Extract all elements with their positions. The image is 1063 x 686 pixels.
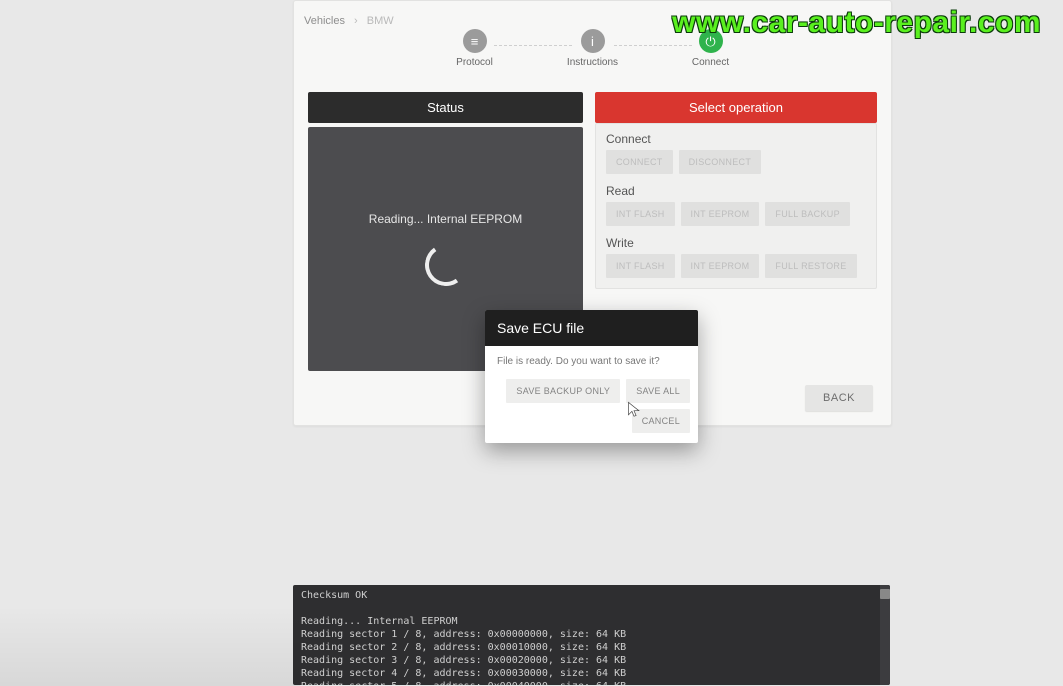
read-full-backup-button[interactable]: FULL BACKUP xyxy=(765,202,850,226)
group-label-connect: Connect xyxy=(596,124,876,150)
write-int-eeprom-button[interactable]: INT EEPROM xyxy=(681,254,760,278)
overlay-shade xyxy=(0,606,300,686)
operation-header: Select operation xyxy=(595,92,877,123)
status-message: Reading... Internal EEPROM xyxy=(369,212,522,226)
loading-spinner-icon xyxy=(421,241,470,290)
group-label-write: Write xyxy=(596,228,876,254)
write-int-flash-button[interactable]: INT FLASH xyxy=(606,254,675,278)
step-label: Connect xyxy=(692,57,729,68)
scrollbar-thumb[interactable] xyxy=(880,589,890,599)
save-ecu-dialog: Save ECU file File is ready. Do you want… xyxy=(485,310,698,443)
step-label: Protocol xyxy=(456,57,493,68)
dialog-title: Save ECU file xyxy=(485,310,698,346)
step-instructions[interactable]: i Instructions xyxy=(561,29,625,68)
save-all-button[interactable]: SAVE ALL xyxy=(626,379,690,403)
back-button[interactable]: BACK xyxy=(805,385,873,411)
group-label-read: Read xyxy=(596,176,876,202)
read-int-flash-button[interactable]: INT FLASH xyxy=(606,202,675,226)
scrollbar-track[interactable] xyxy=(880,585,890,685)
cancel-button[interactable]: CANCEL xyxy=(632,409,690,433)
disconnect-button[interactable]: DISCONNECT xyxy=(679,150,762,174)
save-backup-only-button[interactable]: SAVE BACKUP ONLY xyxy=(506,379,620,403)
info-icon: i xyxy=(581,29,605,53)
write-full-restore-button[interactable]: FULL RESTORE xyxy=(765,254,856,278)
connect-button[interactable]: CONNECT xyxy=(606,150,673,174)
log-terminal: Checksum OK Reading... Internal EEPROM R… xyxy=(293,585,890,685)
log-output: Checksum OK Reading... Internal EEPROM R… xyxy=(293,585,890,685)
list-icon: ≡ xyxy=(463,29,487,53)
dialog-message: File is ready. Do you want to save it? xyxy=(485,346,698,375)
status-header: Status xyxy=(308,92,583,123)
read-int-eeprom-button[interactable]: INT EEPROM xyxy=(681,202,760,226)
watermark: www.car-auto-repair.com xyxy=(672,6,1041,40)
step-protocol[interactable]: ≡ Protocol xyxy=(443,29,507,68)
step-label: Instructions xyxy=(567,57,618,68)
